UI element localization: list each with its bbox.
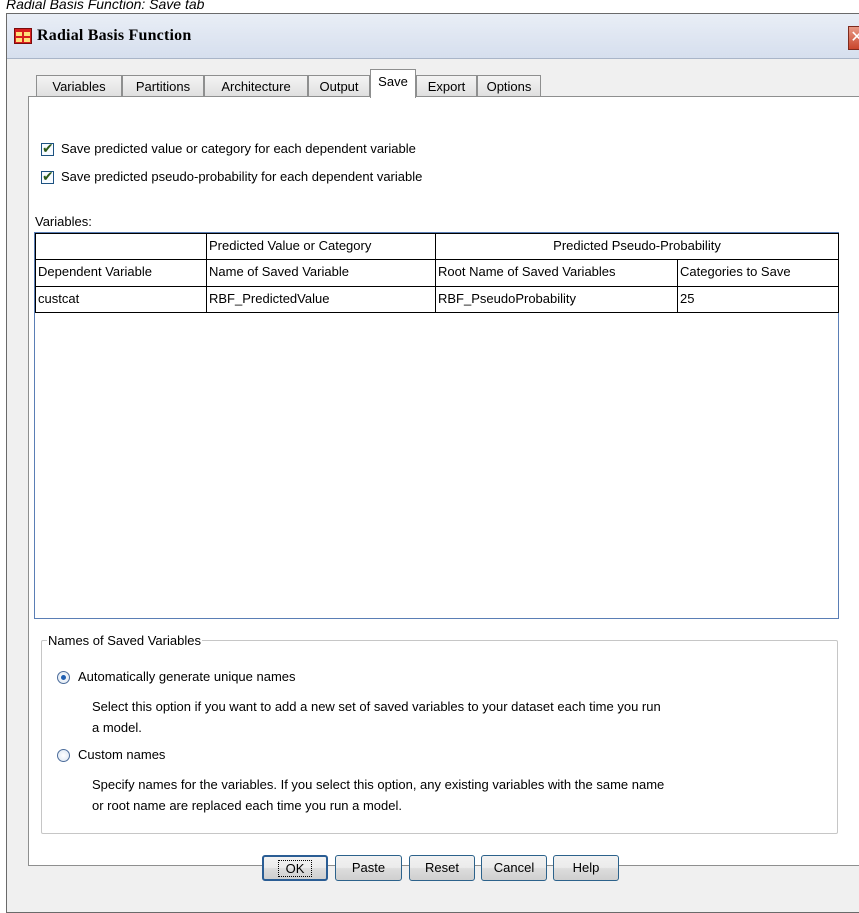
- help-button[interactable]: Help: [553, 855, 619, 881]
- tab-architecture[interactable]: Architecture: [204, 75, 308, 97]
- custom-names-description-1: Specify names for the variables. If you …: [92, 777, 665, 792]
- group-header-pseudo-probability: Predicted Pseudo-Probability: [435, 233, 839, 260]
- save-pseudo-checkbox[interactable]: [41, 168, 54, 185]
- custom-names-label: Custom names: [78, 747, 166, 762]
- cancel-button[interactable]: Cancel: [481, 855, 547, 881]
- auto-names-description-2: a model.: [92, 720, 142, 735]
- col-header-dependent-variable: Dependent Variable: [35, 259, 207, 287]
- custom-names-description-2: or root name are replaced each time you …: [92, 798, 403, 813]
- save-pseudo-label: Save predicted pseudo-probability for ea…: [61, 169, 423, 184]
- tab-save[interactable]: Save: [370, 69, 416, 98]
- ok-button[interactable]: OK: [262, 855, 328, 881]
- tab-export[interactable]: Export: [416, 75, 477, 97]
- table-cell-categories[interactable]: 25: [677, 286, 839, 313]
- group-header-predicted-value: Predicted Value or Category: [206, 233, 436, 260]
- grid-corner-cell: [35, 233, 207, 260]
- tab-options[interactable]: Options: [477, 75, 541, 97]
- auto-names-description-1: Select this option if you want to add a …: [92, 699, 661, 714]
- auto-names-radio[interactable]: [57, 671, 70, 684]
- col-header-categories-to-save: Categories to Save: [677, 259, 839, 287]
- ok-button-label: OK: [277, 860, 313, 877]
- paste-button[interactable]: Paste: [335, 855, 402, 881]
- col-header-saved-variable-name: Name of Saved Variable: [206, 259, 436, 287]
- save-predicted-checkbox[interactable]: [41, 140, 54, 157]
- tab-output[interactable]: Output: [308, 75, 370, 97]
- variables-label: Variables:: [35, 214, 92, 229]
- figure-caption: Radial Basis Function: Save tab: [6, 0, 205, 12]
- window-title: Radial Basis Function: [37, 27, 192, 44]
- tab-variables[interactable]: Variables: [36, 75, 122, 97]
- custom-names-radio[interactable]: [57, 749, 70, 762]
- reset-button[interactable]: Reset: [409, 855, 475, 881]
- table-cell-dependent[interactable]: custcat: [35, 286, 207, 313]
- save-predicted-label: Save predicted value or category for eac…: [61, 141, 416, 156]
- title-bar: Radial Basis Function ✕: [7, 14, 859, 59]
- variables-grid[interactable]: Predicted Value or Category Predicted Ps…: [34, 232, 839, 619]
- tab-partitions[interactable]: Partitions: [122, 75, 204, 97]
- group-legend: Names of Saved Variables: [47, 633, 202, 648]
- table-cell-root-name[interactable]: RBF_PseudoProbability: [435, 286, 678, 313]
- spss-app-icon: [14, 28, 32, 44]
- table-cell-saved-name[interactable]: RBF_PredictedValue: [206, 286, 436, 313]
- auto-names-label: Automatically generate unique names: [78, 669, 296, 684]
- col-header-root-name: Root Name of Saved Variables: [435, 259, 678, 287]
- close-icon[interactable]: ✕: [848, 26, 859, 50]
